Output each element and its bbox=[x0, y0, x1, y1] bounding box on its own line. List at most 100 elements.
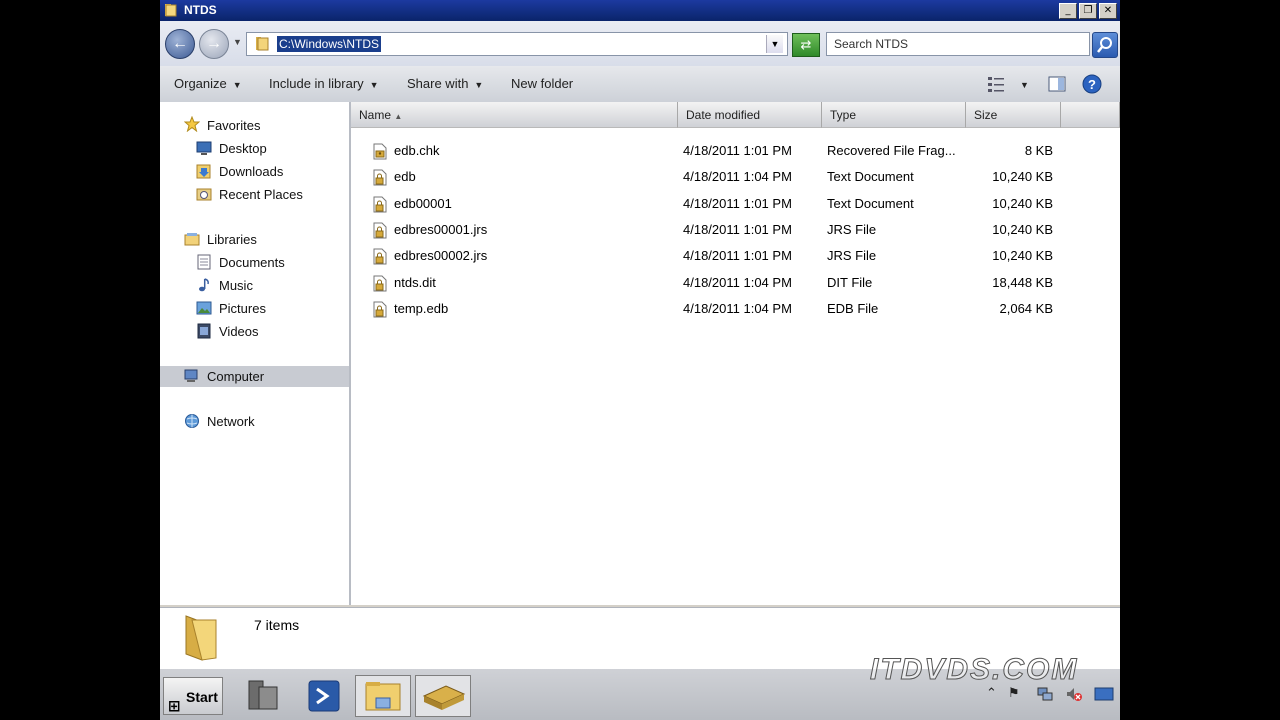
nav-network[interactable]: Network bbox=[207, 414, 255, 429]
file-name: edbres00002.jrs bbox=[394, 248, 488, 263]
folder-icon bbox=[256, 37, 269, 51]
forward-button[interactable]: → bbox=[199, 29, 229, 59]
file-date: 4/18/2011 1:04 PM bbox=[683, 275, 792, 290]
desktop-icon bbox=[196, 141, 212, 155]
nav-downloads[interactable]: Downloads bbox=[219, 164, 283, 179]
file-row[interactable]: edbres00002.jrs 4/18/2011 1:01 PM JRS Fi… bbox=[351, 244, 1120, 268]
file-name: ntds.dit bbox=[394, 275, 436, 290]
file-row[interactable]: ntds.dit 4/18/2011 1:04 PM DIT File 18,4… bbox=[351, 271, 1120, 295]
powershell-taskbar-button[interactable] bbox=[297, 675, 353, 717]
svg-text:?: ? bbox=[1088, 77, 1096, 92]
computer-icon bbox=[184, 369, 198, 382]
file-size: 10,240 KB bbox=[992, 248, 1053, 263]
nav-favorites[interactable]: Favorites bbox=[207, 118, 260, 133]
show-hidden-icons-icon[interactable]: ⌃ bbox=[986, 685, 997, 701]
organize-label: Organize bbox=[174, 76, 227, 91]
window-title: NTDS bbox=[184, 3, 217, 17]
file-row[interactable]: edb.chk 4/18/2011 1:01 PM Recovered File… bbox=[351, 139, 1120, 163]
item-count: 7 items bbox=[254, 617, 300, 633]
preview-pane-icon[interactable] bbox=[1048, 75, 1066, 93]
start-label: Start bbox=[186, 689, 218, 705]
title-bar[interactable]: NTDS _ ❐ ✕ bbox=[160, 0, 1120, 21]
back-button[interactable]: ← bbox=[165, 29, 195, 59]
network-icon bbox=[185, 414, 199, 428]
refresh-button[interactable]: ⇄ bbox=[792, 33, 820, 57]
file-list: Name ▲ Date modified Type Size edb.chk 4… bbox=[351, 102, 1120, 605]
file-lock-icon bbox=[373, 222, 387, 239]
help-icon[interactable]: ? bbox=[1082, 74, 1102, 94]
taskbar: ⊞ Start ITDVDS.COM ⌃ ⚑ bbox=[160, 653, 1120, 720]
new-folder-button[interactable]: New folder bbox=[511, 76, 573, 91]
share-with-button[interactable]: Share with ▼ bbox=[407, 76, 483, 91]
file-date: 4/18/2011 1:01 PM bbox=[683, 143, 792, 158]
address-bar[interactable]: C:\Windows\NTDS bbox=[246, 32, 788, 56]
search-icon[interactable] bbox=[1092, 32, 1118, 58]
file-type: JRS File bbox=[827, 222, 877, 237]
server-manager-taskbar-button[interactable] bbox=[237, 675, 293, 717]
column-header-type[interactable]: Type bbox=[822, 102, 966, 128]
search-input[interactable]: Search NTDS bbox=[826, 32, 1090, 56]
file-date: 4/18/2011 1:01 PM bbox=[683, 248, 792, 263]
file-size: 10,240 KB bbox=[992, 196, 1053, 211]
action-center-flag-icon[interactable]: ⚑ bbox=[1008, 685, 1020, 701]
file-type: DIT File bbox=[827, 275, 873, 290]
column-header-date[interactable]: Date modified bbox=[678, 102, 822, 128]
close-button[interactable]: ✕ bbox=[1099, 3, 1117, 19]
app-taskbar-button[interactable] bbox=[415, 675, 471, 717]
navigation-pane: Favorites Desktop Downloads Recent Place… bbox=[160, 102, 351, 605]
column-header-name[interactable]: Name ▲ bbox=[351, 102, 678, 128]
view-options-icon[interactable] bbox=[987, 75, 1005, 93]
watermark: ITDVDS.COM bbox=[869, 653, 1079, 687]
file-lock-icon bbox=[373, 248, 387, 265]
nav-music[interactable]: Music bbox=[219, 278, 253, 293]
nav-documents[interactable]: Documents bbox=[219, 255, 285, 270]
nav-recent-places[interactable]: Recent Places bbox=[219, 187, 303, 202]
view-chevron-down-icon[interactable]: ▼ bbox=[1020, 80, 1029, 90]
file-type: Text Document bbox=[827, 196, 914, 211]
nav-videos[interactable]: Videos bbox=[219, 324, 259, 339]
start-button[interactable]: ⊞ Start bbox=[163, 677, 223, 715]
chevron-down-icon: ▼ bbox=[474, 80, 484, 90]
folder-icon bbox=[165, 4, 177, 17]
explorer-taskbar-button[interactable] bbox=[355, 675, 411, 717]
file-icon bbox=[373, 143, 387, 160]
downloads-icon bbox=[196, 164, 211, 179]
include-in-library-button[interactable]: Include in library ▼ bbox=[269, 76, 379, 91]
display-tray-icon[interactable] bbox=[1094, 685, 1114, 703]
documents-icon bbox=[197, 254, 211, 270]
address-dropdown-icon[interactable]: ▼ bbox=[766, 35, 783, 53]
nav-computer[interactable]: Computer bbox=[207, 369, 264, 384]
column-name-label: Name bbox=[359, 108, 392, 122]
restore-button[interactable]: ❐ bbox=[1079, 3, 1097, 19]
file-row[interactable]: edbres00001.jrs 4/18/2011 1:01 PM JRS Fi… bbox=[351, 218, 1120, 242]
nav-pictures[interactable]: Pictures bbox=[219, 301, 266, 316]
organize-button[interactable]: Organize ▼ bbox=[174, 76, 242, 91]
volume-muted-icon[interactable] bbox=[1065, 685, 1083, 703]
file-lock-icon bbox=[373, 275, 387, 292]
network-tray-icon[interactable] bbox=[1036, 685, 1054, 703]
minimize-button[interactable]: _ bbox=[1059, 3, 1077, 19]
file-type: JRS File bbox=[827, 248, 877, 263]
address-row: ← → ▼ C:\Windows\NTDS ▼ ⇄ Search NTDS bbox=[160, 21, 1120, 66]
file-lock-icon bbox=[373, 169, 387, 186]
file-name: edb00001 bbox=[394, 196, 452, 211]
file-name: temp.edb bbox=[394, 301, 449, 316]
desktop-screen: NTDS _ ❐ ✕ ← → ▼ C:\Windows\NTDS ▼ ⇄ Sea… bbox=[160, 0, 1120, 720]
address-path[interactable]: C:\Windows\NTDS bbox=[277, 36, 382, 52]
pictures-icon bbox=[196, 301, 212, 315]
storage-icon bbox=[422, 685, 466, 710]
file-size: 18,448 KB bbox=[992, 275, 1053, 290]
file-row[interactable]: edb00001 4/18/2011 1:01 PM Text Document… bbox=[351, 192, 1120, 216]
nav-desktop[interactable]: Desktop bbox=[219, 141, 267, 156]
file-row[interactable]: edb 4/18/2011 1:04 PM Text Document 10,2… bbox=[351, 165, 1120, 189]
windows-logo-icon: ⊞ bbox=[168, 698, 181, 715]
file-row[interactable]: temp.edb 4/18/2011 1:04 PM EDB File 2,06… bbox=[351, 297, 1120, 321]
recent-places-icon bbox=[196, 188, 212, 201]
recent-pages-chevron-down-icon[interactable]: ▼ bbox=[233, 37, 242, 47]
include-label: Include in library bbox=[269, 76, 364, 91]
server-manager-icon bbox=[248, 680, 278, 710]
nav-libraries[interactable]: Libraries bbox=[207, 232, 257, 247]
music-icon bbox=[199, 278, 209, 292]
file-name: edb bbox=[394, 169, 416, 184]
column-header-size[interactable]: Size bbox=[966, 102, 1061, 128]
